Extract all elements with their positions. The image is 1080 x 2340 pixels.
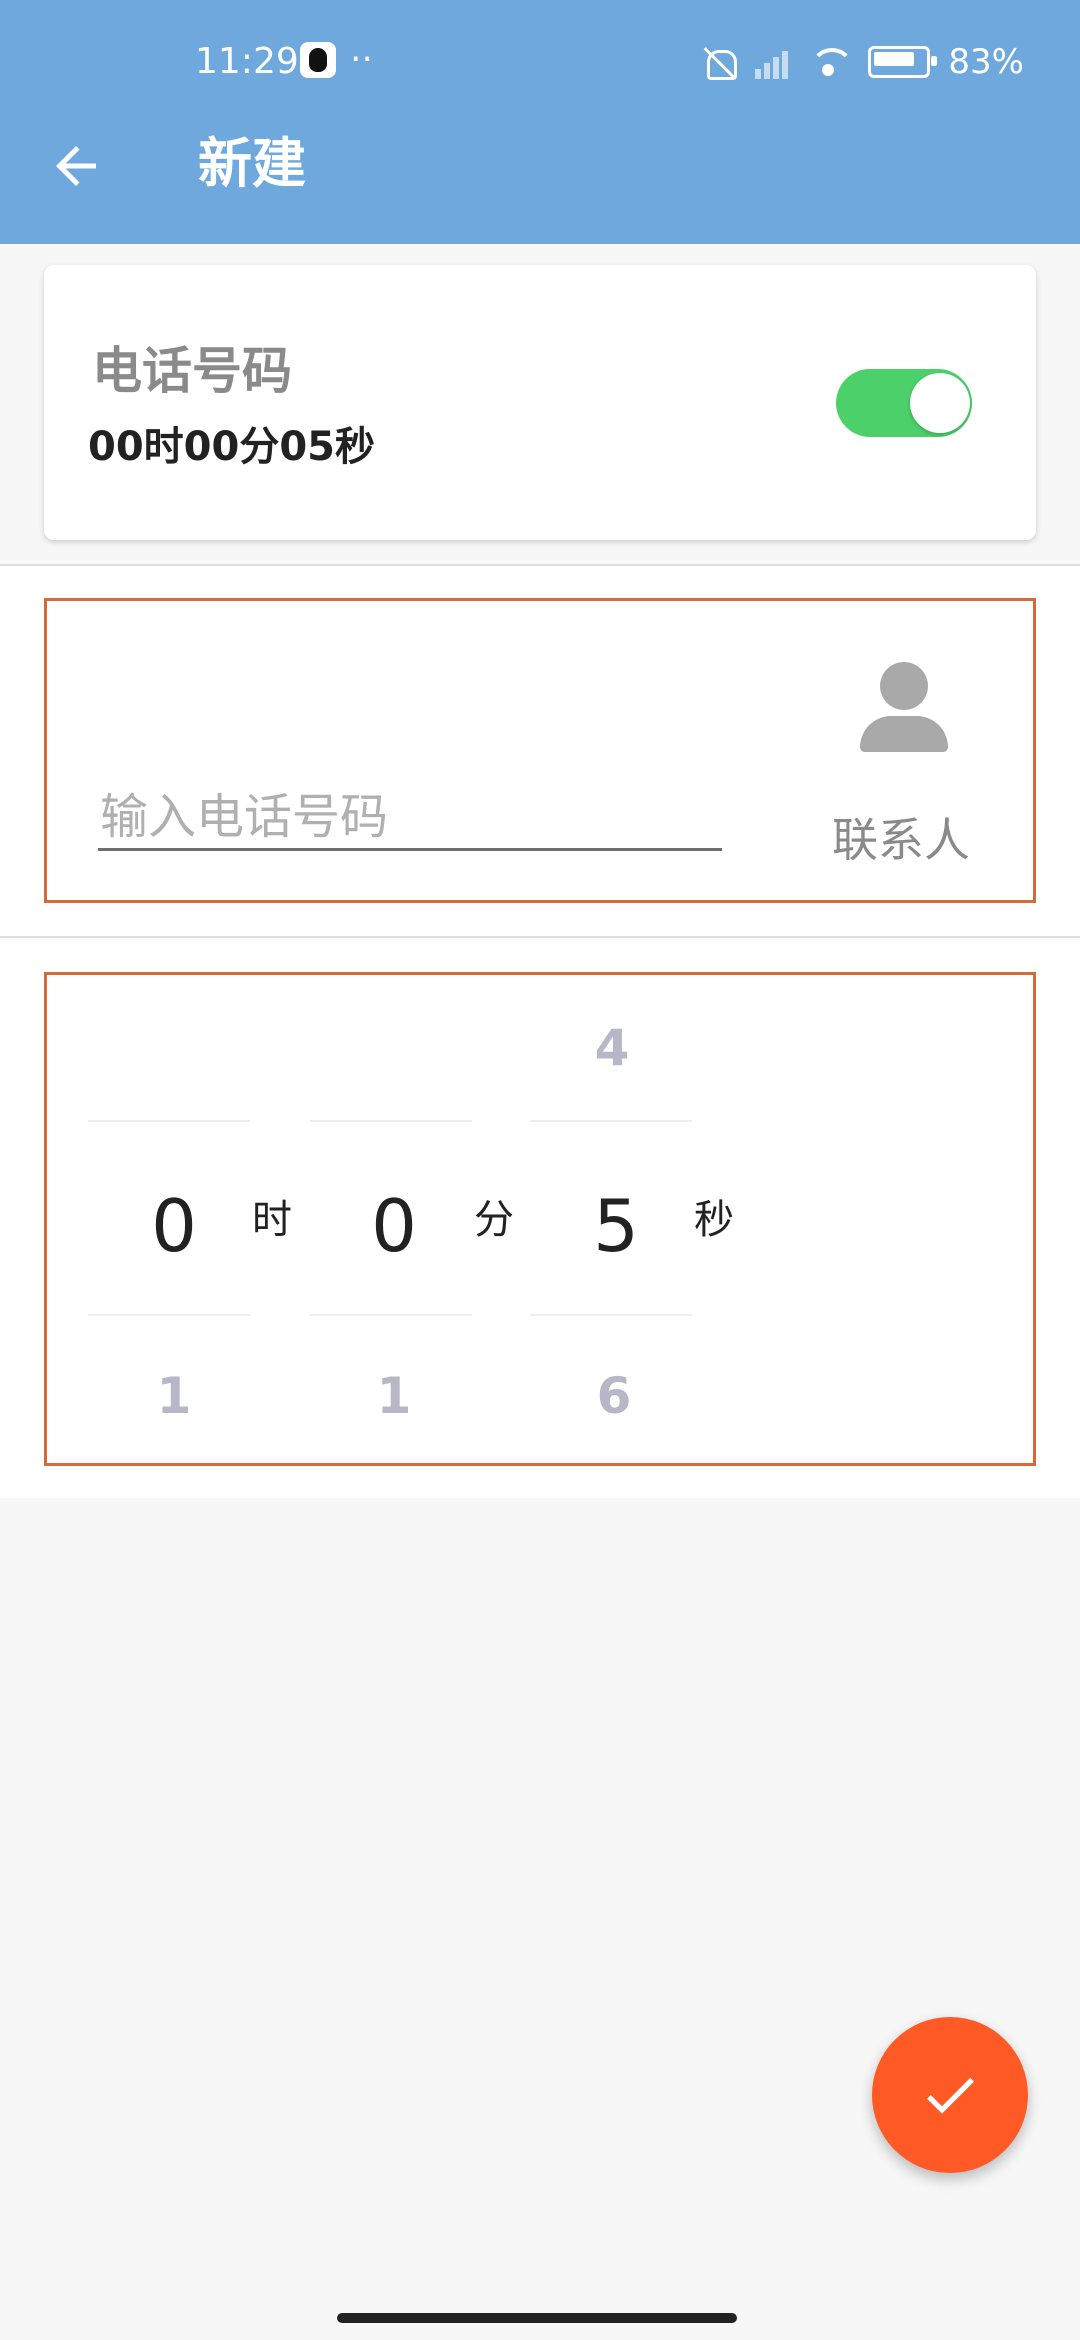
seconds-unit: 秒 <box>694 1197 734 1243</box>
picker-line <box>530 1120 692 1122</box>
contacts-label[interactable]: 联系人 <box>832 812 970 868</box>
check-icon <box>927 2077 974 2114</box>
card-duration: 00时00分05秒 <box>88 424 375 470</box>
picker-line <box>310 1120 472 1122</box>
confirm-button[interactable] <box>872 2017 1028 2173</box>
minutes-selected[interactable]: 0 <box>334 1186 454 1266</box>
person-icon[interactable] <box>854 654 954 754</box>
summary-card[interactable]: 电话号码 00时00分05秒 <box>44 265 1036 540</box>
back-arrow-icon <box>56 146 96 186</box>
battery-icon <box>868 46 938 78</box>
mute-bell-icon <box>701 44 738 80</box>
gesture-bar <box>337 2313 737 2323</box>
toggle-knob <box>910 373 970 433</box>
picker-line <box>88 1120 250 1122</box>
seconds-selected[interactable]: 5 <box>556 1186 676 1266</box>
hours-unit: 时 <box>252 1197 292 1243</box>
hours-next[interactable]: 1 <box>114 1368 234 1424</box>
seconds-next[interactable]: 6 <box>554 1368 674 1424</box>
hours-selected[interactable]: 0 <box>114 1186 234 1266</box>
more-notifications-icon: ·· <box>350 39 373 80</box>
enable-toggle[interactable] <box>836 369 972 437</box>
status-time: 11:29 <box>195 41 299 82</box>
picker-line <box>88 1314 250 1316</box>
battery-percentage: 83% <box>948 42 1024 82</box>
card-title: 电话号码 <box>92 342 292 400</box>
page-title: 新建 <box>198 132 306 195</box>
status-icons: 83% <box>701 42 1024 82</box>
phone-number-input[interactable] <box>98 786 722 851</box>
picker-line <box>530 1314 692 1316</box>
signal-icon <box>755 45 789 79</box>
seconds-prev[interactable]: 4 <box>552 1020 672 1076</box>
qq-notification-icon <box>300 42 336 78</box>
picker-line <box>310 1314 472 1316</box>
back-button[interactable] <box>46 136 106 196</box>
minutes-unit: 分 <box>474 1197 514 1243</box>
wifi-icon <box>806 44 855 80</box>
app-bar: 11:29 ·· 83% 新建 <box>0 0 1080 244</box>
minutes-next[interactable]: 1 <box>334 1368 454 1424</box>
